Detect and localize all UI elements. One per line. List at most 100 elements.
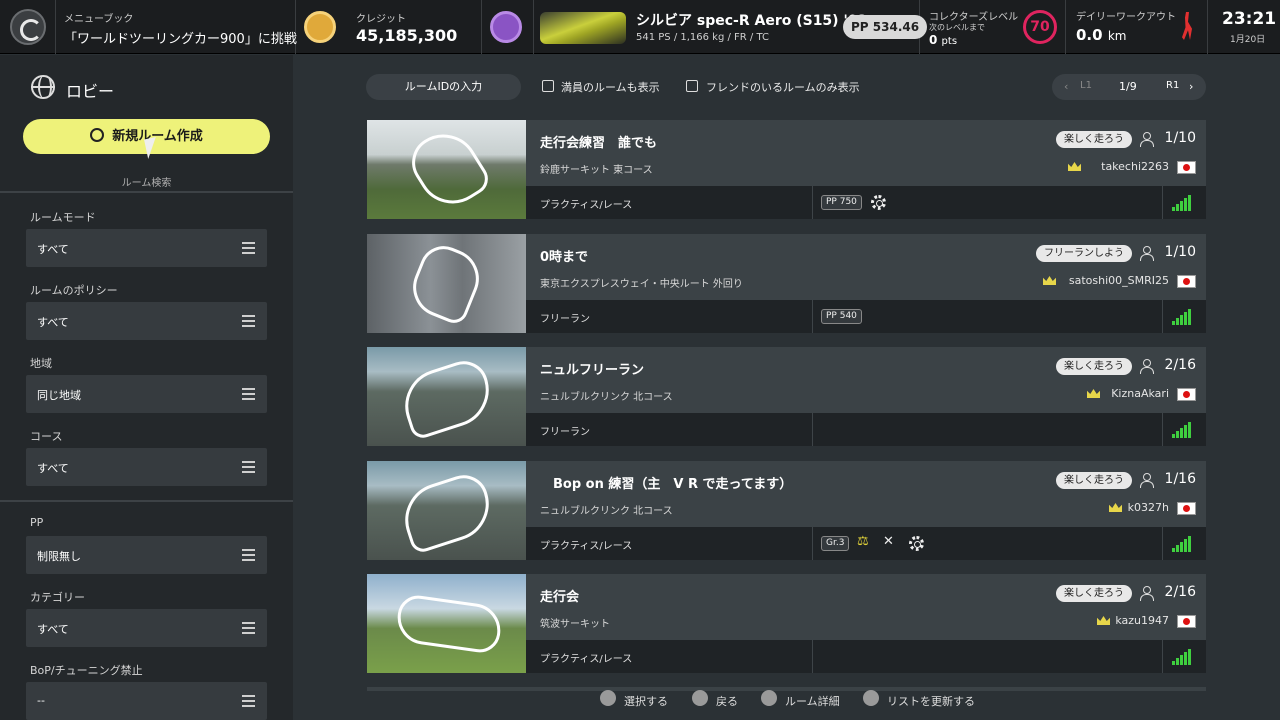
menubook-segment[interactable]: メニューブック 「ワールドツーリングカー900」に挑戦 — [56, 0, 297, 54]
room-id-input-button[interactable]: ルームIDの入力 — [366, 74, 521, 100]
friends-only-checkbox[interactable] — [686, 80, 698, 92]
list-menu-icon — [242, 388, 255, 400]
hint-room-detail: ルーム詳細 — [785, 695, 840, 708]
room-card[interactable]: ニュルフリーラン ニュルブルクリンク 北コース 楽しく走ろう 2/16 Kizn… — [367, 347, 1206, 446]
crown-icon — [1109, 503, 1122, 512]
filter-policy-value: すべて — [37, 316, 69, 329]
crown-icon — [1087, 389, 1100, 398]
category-tag: Gr.3 — [821, 536, 850, 551]
divider — [1162, 186, 1163, 219]
filter-policy-select[interactable]: すべて — [26, 302, 267, 340]
filter-room-mode-label: ルームモード — [30, 211, 96, 224]
pager-r1: R1 — [1166, 80, 1180, 91]
sidebar-divider — [0, 191, 293, 193]
filter-region-label: 地域 — [30, 357, 52, 370]
square-button-icon — [761, 690, 777, 706]
room-card[interactable]: Bop on 練習（主 V R で走ってます） ニュルブルクリンク 北コース 楽… — [367, 461, 1206, 560]
tuning-gear-icon — [909, 536, 924, 551]
filter-bop-select[interactable]: -- — [26, 682, 267, 720]
crown-icon — [1068, 162, 1081, 171]
track-thumbnail — [367, 234, 526, 333]
filter-bop-value: -- — [37, 694, 45, 707]
filter-pp-label: PP — [30, 516, 44, 529]
room-name: 走行会 — [540, 590, 580, 605]
room-mode: フリーラン — [540, 427, 590, 438]
filter-course-value: すべて — [37, 462, 69, 475]
track-outline-icon — [402, 121, 494, 217]
car-name: シルビア spec-R Aero (S15) '02 — [636, 13, 868, 29]
hint-back: 戻る — [716, 695, 738, 708]
lobby-title: ロビー — [66, 82, 115, 101]
room-policy-badge: 楽しく走ろう — [1056, 472, 1132, 489]
list-menu-icon — [242, 622, 255, 634]
list-menu-icon — [242, 315, 255, 327]
room-course: 鈴鹿サーキット 東コース — [540, 165, 653, 176]
room-policy-badge: フリーランしよう — [1036, 245, 1132, 262]
hint-select: 選択する — [624, 695, 668, 708]
friends-only-label: フレンドのいるルームのみ表示 — [706, 81, 860, 94]
people-icon — [1140, 586, 1154, 601]
current-car-segment[interactable]: シルビア spec-R Aero (S15) '02 541 PS / 1,16… — [534, 0, 928, 54]
divider — [812, 300, 813, 333]
japan-flag-icon — [1177, 388, 1196, 401]
room-name: Bop on 練習（主 V R で走ってます） — [540, 477, 793, 492]
connection-signal-icon — [1172, 195, 1194, 211]
filter-category-select[interactable]: すべて — [26, 609, 267, 647]
list-menu-icon — [242, 695, 255, 707]
clock-time: 23:21 — [1222, 9, 1277, 29]
room-mode: プラクティス/レース — [540, 541, 633, 552]
japan-flag-icon — [1177, 615, 1196, 628]
filter-room-mode-value: すべて — [37, 243, 69, 256]
cross-button-icon — [600, 690, 616, 706]
room-card[interactable]: 走行会練習 誰でも 鈴鹿サーキット 東コース 楽しく走ろう 1/10 takec… — [367, 120, 1206, 219]
track-thumbnail — [367, 120, 526, 219]
car-pp-badge: PP 534.46 — [843, 15, 928, 39]
gt-logo-icon[interactable] — [10, 9, 46, 45]
garage-segment[interactable] — [482, 0, 534, 54]
filter-region-select[interactable]: 同じ地域 — [26, 375, 267, 413]
room-player-count: 1/10 — [1164, 244, 1196, 260]
people-icon — [1140, 359, 1154, 374]
collector-segment: コレクターズレベル 次のレベルまで 0 pts 70 — [920, 0, 1066, 54]
filter-pp-value: 制限無し — [37, 550, 81, 563]
room-policy-badge: 楽しく走ろう — [1056, 131, 1132, 148]
divider — [1162, 527, 1163, 560]
filter-room-mode-select[interactable]: すべて — [26, 229, 267, 267]
top-status-bar: メニューブック 「ワールドツーリングカー900」に挑戦 クレジット 45,185… — [0, 0, 1280, 54]
divider — [1162, 413, 1163, 446]
show-full-rooms-checkbox[interactable] — [542, 80, 554, 92]
filter-policy-label: ルームのポリシー — [30, 284, 118, 297]
room-course: ニュルブルクリンク 北コース — [540, 392, 673, 403]
room-course: 筑波サーキット — [540, 619, 610, 630]
pager-l1: L1 — [1080, 80, 1092, 91]
collector-level-badge: 70 — [1023, 10, 1057, 44]
filter-pp-select[interactable]: 制限無し — [26, 536, 267, 574]
people-icon — [1140, 246, 1154, 261]
connection-signal-icon — [1172, 309, 1194, 325]
filter-course-select[interactable]: すべて — [26, 448, 267, 486]
filter-category-label: カテゴリー — [30, 591, 85, 604]
room-search-caption: ルーム検索 — [121, 178, 172, 189]
car-specs: 541 PS / 1,166 kg / FR / TC — [636, 32, 769, 43]
list-menu-icon — [242, 549, 255, 561]
room-card[interactable]: 0時まで 東京エクスプレスウェイ・中央ルート 外回り フリーランしよう 1/10… — [367, 234, 1206, 333]
room-name: 0時まで — [540, 250, 589, 265]
room-player-count: 1/10 — [1164, 130, 1196, 146]
create-room-label: 新規ルーム作成 — [112, 129, 203, 144]
garage-icon[interactable] — [490, 11, 522, 43]
chevron-right-icon[interactable]: › — [1189, 80, 1193, 93]
track-outline-icon — [395, 354, 499, 442]
menubook-label: メニューブック — [64, 14, 134, 25]
track-outline-icon — [395, 468, 499, 556]
track-thumbnail — [367, 347, 526, 446]
pp-limit-tag: PP 750 — [821, 195, 862, 210]
show-full-rooms-label: 満員のルームも表示 — [561, 81, 660, 94]
track-thumbnail — [367, 574, 526, 673]
room-policy-badge: 楽しく走ろう — [1056, 585, 1132, 602]
hint-refresh: リストを更新する — [887, 695, 975, 708]
chevron-left-icon[interactable]: ‹ — [1064, 80, 1068, 93]
page-navigator[interactable]: ‹ L1 1/9 R1 › — [1052, 74, 1206, 100]
room-host: kazu1947 — [1115, 614, 1169, 627]
room-host: k0327h — [1127, 501, 1169, 514]
room-card[interactable]: 走行会 筑波サーキット 楽しく走ろう 2/16 kazu1947 プラクティス/… — [367, 574, 1206, 673]
